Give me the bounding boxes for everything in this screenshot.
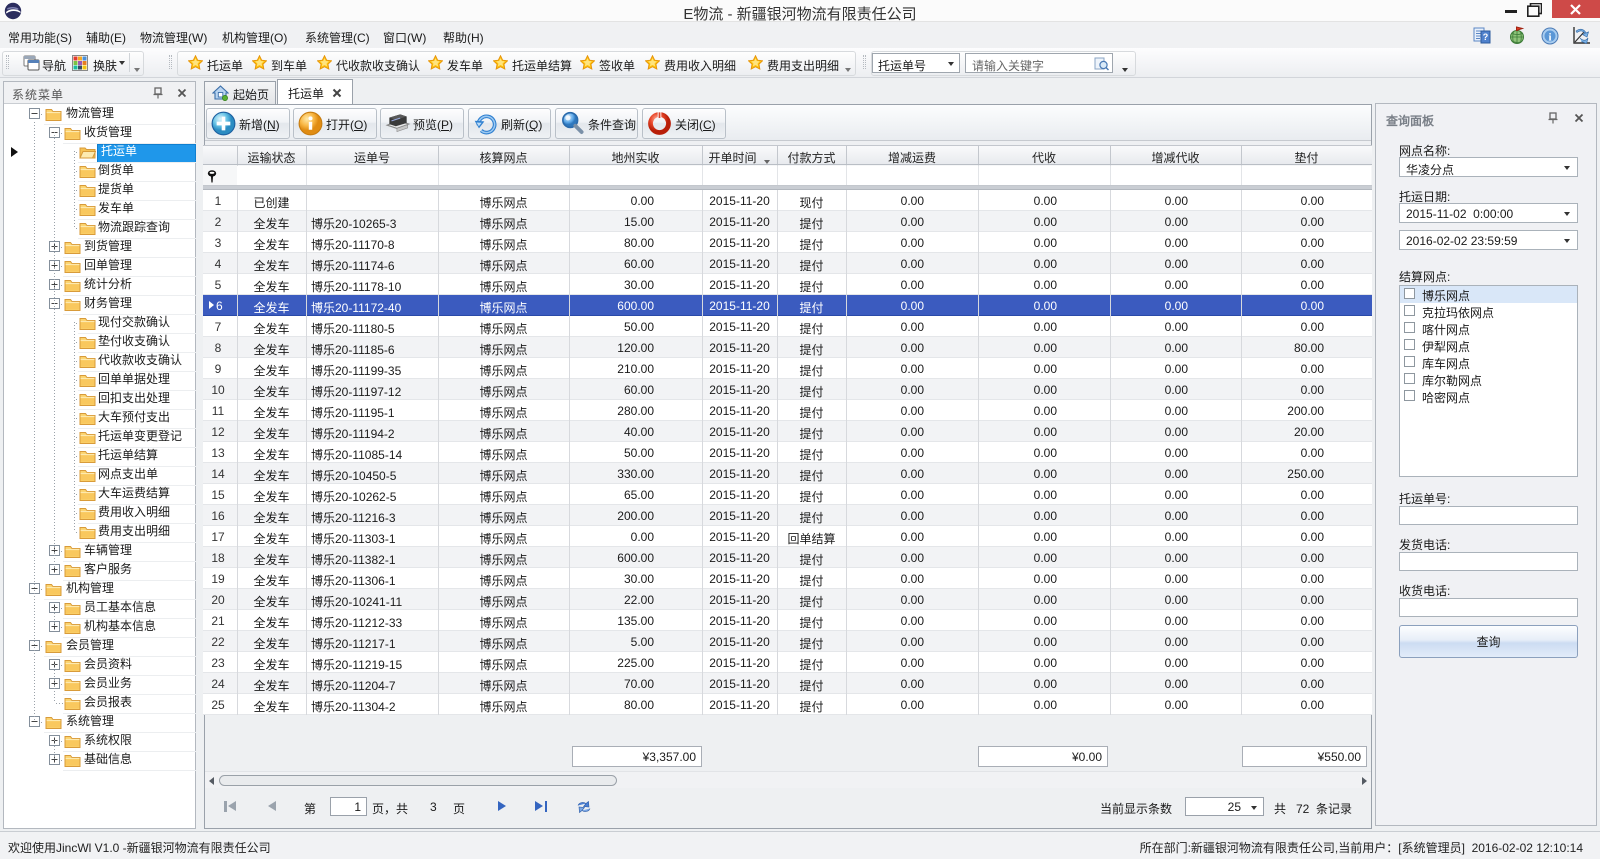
svg-text:i: i (1548, 32, 1551, 44)
svg-text:?: ? (1483, 32, 1489, 42)
